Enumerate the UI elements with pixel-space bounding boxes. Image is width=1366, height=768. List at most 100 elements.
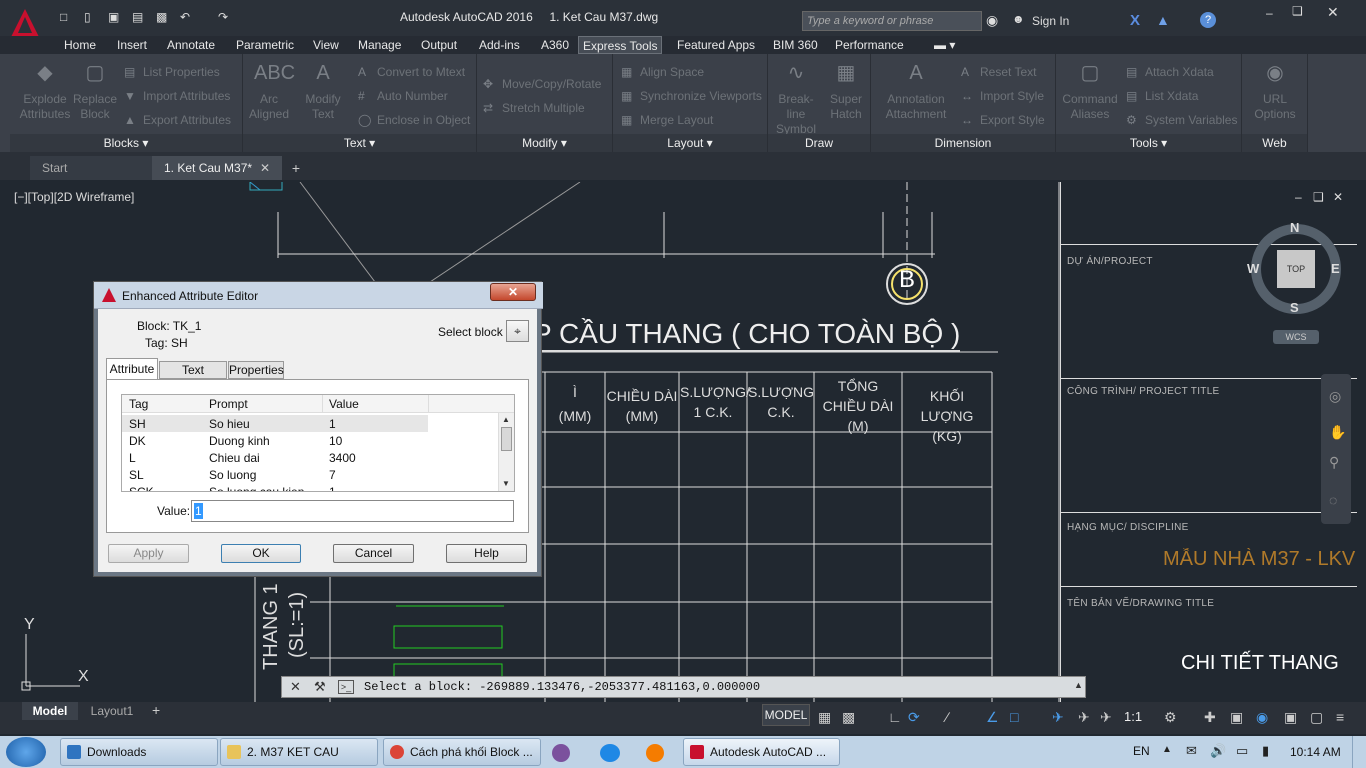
ortho-icon[interactable]: ∟ xyxy=(888,709,902,725)
tab-output[interactable]: Output xyxy=(421,36,457,54)
annotation-scale[interactable]: 1:1 xyxy=(1124,709,1142,724)
binoculars-icon[interactable]: ◉ xyxy=(986,12,998,29)
merge-layout-button[interactable]: ▦ Merge Layout xyxy=(621,112,713,128)
osnap-icon[interactable]: ∕ xyxy=(946,709,948,725)
show-desktop-button[interactable] xyxy=(1352,736,1366,768)
tab-view[interactable]: View xyxy=(313,36,339,54)
network-icon[interactable]: ▭ xyxy=(1236,743,1248,759)
help-button[interactable]: Help xyxy=(446,544,527,563)
save-icon[interactable]: ▣ xyxy=(108,10,119,24)
close-icon[interactable]: ✕ xyxy=(1327,4,1339,21)
wcs-menu[interactable]: WCS xyxy=(1273,330,1319,344)
replace-block-button[interactable]: ▢ Replace Block xyxy=(70,58,120,122)
hardware-accel-icon[interactable]: ◉ xyxy=(1256,709,1268,726)
viewport-close-icon[interactable]: ✕ xyxy=(1333,190,1343,204)
viber-icon[interactable] xyxy=(552,744,570,762)
workspace-gear-icon[interactable]: ⚙ xyxy=(1164,709,1177,726)
panel-title[interactable]: Dimension xyxy=(871,134,1055,152)
column-prompt[interactable]: Prompt xyxy=(209,397,248,411)
table-row[interactable]: SCK So luong cau kien 1 xyxy=(122,483,428,492)
new-icon[interactable]: □ xyxy=(60,10,67,24)
panel-title[interactable]: Text ▾ xyxy=(243,134,476,152)
apply-button[interactable]: Apply xyxy=(108,544,189,563)
autoscale-icon[interactable]: ✈ xyxy=(1078,709,1090,726)
viewport-restore-icon[interactable]: ❑ xyxy=(1313,190,1324,204)
ribbon-minimize-icon[interactable]: ▬ ▾ xyxy=(934,36,955,54)
table-row[interactable]: L Chieu dai 3400 xyxy=(122,449,428,466)
dialog-close-button[interactable]: ✕ xyxy=(490,283,536,301)
plus-icon[interactable]: ✚ xyxy=(1204,709,1216,726)
scroll-down-icon[interactable]: ▼ xyxy=(502,479,510,488)
panel-title[interactable]: Layout ▾ xyxy=(613,134,767,152)
table-row[interactable]: DK Duong kinh 10 xyxy=(122,432,428,449)
close-tab-icon[interactable]: ✕ xyxy=(260,156,270,180)
selection-cycling-icon[interactable]: □ xyxy=(1010,709,1018,725)
tab-express-tools[interactable]: Express Tools xyxy=(578,36,663,54)
isolate-icon[interactable]: ▣ xyxy=(1230,709,1243,726)
add-layout-icon[interactable]: + xyxy=(152,702,160,718)
restore-icon[interactable]: ❑ xyxy=(1292,4,1303,18)
clock[interactable]: 10:14 AM xyxy=(1290,745,1341,759)
list-properties-button[interactable]: ▤ List Properties xyxy=(124,64,220,80)
tab-model[interactable]: Model xyxy=(22,702,78,720)
synchronize-viewports-button[interactable]: ▦ Synchronize Viewports xyxy=(621,88,762,104)
tab-attribute[interactable]: Attribute xyxy=(106,358,158,380)
attribute-list-scrollbar[interactable]: ▲ ▼ xyxy=(498,413,514,491)
export-attributes-button[interactable]: ▲ Export Attributes xyxy=(124,112,231,128)
a360-icon[interactable]: ▲ xyxy=(1156,12,1170,28)
orbit-icon[interactable]: ◌ xyxy=(1329,492,1337,508)
volume-icon[interactable]: 🔊 xyxy=(1210,743,1226,759)
modify-text-button[interactable]: A Modify Text xyxy=(297,58,349,122)
import-style-button[interactable]: ↔ Import Style xyxy=(961,88,1044,104)
panel-title[interactable]: Tools ▾ xyxy=(1056,134,1241,152)
column-tag[interactable]: Tag xyxy=(129,397,148,411)
fullscreen-icon[interactable]: ▢ xyxy=(1310,709,1323,726)
panel-title[interactable]: Blocks ▾ xyxy=(10,134,242,152)
reset-text-button[interactable]: A Reset Text xyxy=(961,64,1036,80)
column-value[interactable]: Value xyxy=(329,397,359,411)
attach-xdata-button[interactable]: ▤ Attach Xdata xyxy=(1126,64,1214,80)
help-icon[interactable]: ? xyxy=(1200,12,1216,28)
enclose-in-object-button[interactable]: ◯ Enclose in Object xyxy=(358,112,470,128)
zoom-icon[interactable]: ⚲ xyxy=(1329,454,1339,471)
signal-icon[interactable]: ▮ xyxy=(1262,743,1269,759)
ok-button[interactable]: OK xyxy=(221,544,301,563)
tab-parametric[interactable]: Parametric xyxy=(236,36,294,54)
undo-icon[interactable]: ↶ xyxy=(180,10,190,24)
search-input[interactable]: Type a keyword or phrase xyxy=(802,11,982,31)
pan-icon[interactable]: ✋ xyxy=(1329,424,1346,441)
command-history-icon[interactable]: ▲ xyxy=(1074,680,1083,690)
tab-a360[interactable]: A360 xyxy=(541,36,569,54)
table-row[interactable]: SH So hieu 1 xyxy=(122,415,428,432)
new-tab-icon[interactable]: + xyxy=(286,160,306,178)
redo-icon[interactable]: ↷ xyxy=(218,10,228,24)
auto-number-button[interactable]: # Auto Number xyxy=(358,88,448,104)
value-input[interactable]: 1 xyxy=(191,500,514,522)
tab-home[interactable]: Home xyxy=(64,36,96,54)
align-space-button[interactable]: ▦ Align Space xyxy=(621,64,704,80)
tab-add-ins[interactable]: Add-ins xyxy=(479,36,520,54)
url-options-button[interactable]: ◉ URL Options xyxy=(1246,58,1304,122)
model-space-button[interactable]: MODEL xyxy=(762,704,810,726)
explode-attributes-button[interactable]: ◆ Explode Attributes xyxy=(16,58,74,122)
plot-icon[interactable]: ▩ xyxy=(156,10,167,24)
tab-featured-apps[interactable]: Featured Apps xyxy=(677,36,755,54)
taskbar-autocad[interactable]: Autodesk AutoCAD ... xyxy=(683,738,840,766)
convert-to-mtext-button[interactable]: A Convert to Mtext xyxy=(358,64,465,80)
arc-aligned-button[interactable]: ABC Arc Aligned xyxy=(243,58,295,122)
annotation-visibility-icon[interactable]: ✈ xyxy=(1052,709,1064,726)
tray-app-icon[interactable]: ✉ xyxy=(1186,743,1197,759)
export-style-button[interactable]: ↔ Export Style xyxy=(961,112,1045,128)
minimize-icon[interactable]: – xyxy=(1266,6,1273,20)
tab-insert[interactable]: Insert xyxy=(117,36,147,54)
firefox-icon[interactable] xyxy=(646,744,664,762)
tab-start[interactable]: Start xyxy=(30,156,156,180)
cancel-button[interactable]: Cancel xyxy=(333,544,414,563)
viewport-minimize-icon[interactable]: – xyxy=(1295,190,1302,204)
system-variables-button[interactable]: ⚙ System Variables xyxy=(1126,112,1237,128)
customize-icon[interactable]: ⚒ xyxy=(314,679,326,695)
super-hatch-button[interactable]: ▦ Super Hatch xyxy=(822,58,870,122)
viewcube-top-face[interactable]: TOP xyxy=(1277,250,1315,288)
tab-text-options[interactable]: Text Options xyxy=(159,361,227,393)
start-button[interactable] xyxy=(6,737,46,767)
